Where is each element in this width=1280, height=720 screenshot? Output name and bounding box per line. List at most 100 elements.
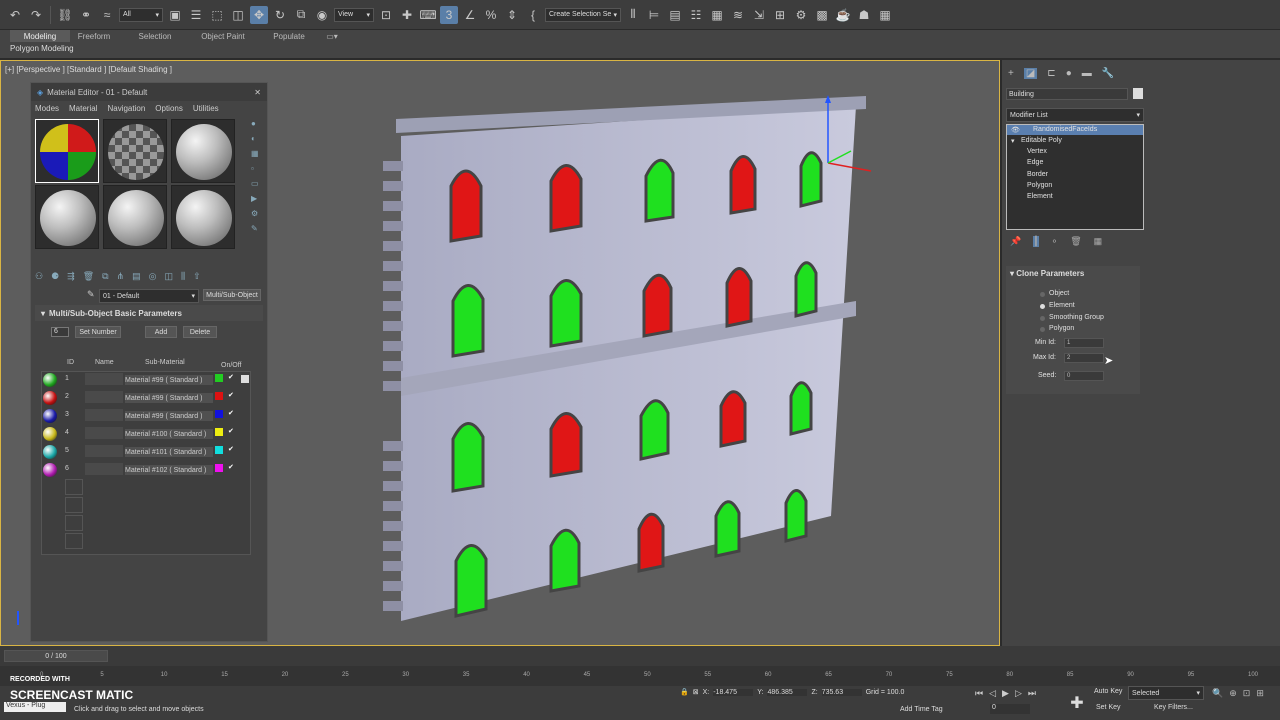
track-bar[interactable] xyxy=(0,666,1280,686)
row-enabled-checkbox[interactable]: ✔ xyxy=(228,427,234,435)
row-name-field[interactable] xyxy=(85,373,123,385)
key-filters-button[interactable]: Key Filters... xyxy=(1154,704,1193,711)
background-icon[interactable]: ▦ xyxy=(251,149,265,158)
zoom-extents-all-icon[interactable]: ⊞ xyxy=(1256,688,1264,699)
stack-item-vertex[interactable]: Vertex xyxy=(1027,148,1047,155)
menu-options[interactable]: Options xyxy=(155,104,183,113)
selection-set-dropdown[interactable]: Selected ▾ xyxy=(1128,686,1204,700)
modifier-list-dropdown[interactable]: Modifier List ▾ xyxy=(1006,108,1144,122)
percent-snap-icon[interactable]: % xyxy=(482,6,500,24)
material-id-channel-icon[interactable]: ◎ xyxy=(149,271,157,285)
create-tab-icon[interactable]: + xyxy=(1008,68,1014,79)
stack-item-edge[interactable]: Edge xyxy=(1027,159,1043,166)
current-frame-field[interactable]: 0 xyxy=(990,704,1030,714)
min-id-spinner[interactable]: 1 xyxy=(1064,338,1104,348)
row-name-field[interactable] xyxy=(85,445,123,457)
render-setup-icon[interactable]: ⚙ xyxy=(792,6,810,24)
hierarchy-tab-icon[interactable]: ⊏ xyxy=(1047,68,1055,79)
rollout-title[interactable]: ▾ Clone Parameters xyxy=(1010,269,1084,278)
object-name-field[interactable]: Building xyxy=(1006,88,1128,100)
material-slot-2[interactable] xyxy=(103,119,167,183)
row-sub-material-button[interactable]: Material #101 ( Standard ) xyxy=(125,447,213,457)
set-number-button[interactable]: Set Number xyxy=(75,326,121,338)
material-editor-icon[interactable]: ⊞ xyxy=(771,6,789,24)
header-id[interactable]: ID xyxy=(67,359,74,366)
reset-map-icon[interactable]: 🗑 xyxy=(83,271,94,285)
zoom-icon[interactable]: 🔍 xyxy=(1212,688,1223,699)
a360-render-icon[interactable]: ▦ xyxy=(876,6,894,24)
render-iterative-icon[interactable]: ☗ xyxy=(855,6,873,24)
assign-to-selection-icon[interactable]: ⇶ xyxy=(67,271,75,285)
select-and-rotate-icon[interactable]: ↻ xyxy=(271,6,289,24)
select-and-scale-icon[interactable]: ⧉ xyxy=(292,6,310,24)
row-enabled-checkbox[interactable]: ✔ xyxy=(228,409,234,417)
previous-frame-icon[interactable]: ◁ xyxy=(989,688,996,699)
tab-object-paint[interactable]: Object Paint xyxy=(195,30,251,42)
zoom-extents-icon[interactable]: ⊡ xyxy=(1243,688,1251,699)
material-slot-4[interactable] xyxy=(35,185,99,249)
manipulate-icon[interactable]: ✚ xyxy=(398,6,416,24)
spinner-snap-icon[interactable]: ⇕ xyxy=(503,6,521,24)
schematic-view-icon[interactable]: ⇲ xyxy=(750,6,768,24)
put-to-scene-icon[interactable]: ⚈ xyxy=(51,271,59,285)
row-name-field[interactable] xyxy=(85,409,123,421)
selection-filter-dropdown[interactable]: All ▾ xyxy=(119,7,163,22)
row-name-field[interactable] xyxy=(85,463,123,475)
row-sub-material-button[interactable]: Material #102 ( Standard ) xyxy=(125,465,213,475)
stack-item-editable-poly[interactable]: Editable Poly xyxy=(1021,137,1062,144)
scrollbar-thumb[interactable] xyxy=(241,375,249,383)
options-icon[interactable]: ⚙ xyxy=(251,209,265,218)
toggle-scene-explorer-icon[interactable]: ▤ xyxy=(666,6,684,24)
snaps-toggle-icon[interactable]: 3 xyxy=(440,5,458,24)
object-color-swatch[interactable] xyxy=(1133,88,1143,99)
modify-tab-icon[interactable]: ◪ xyxy=(1023,68,1038,79)
utilities-tab-icon[interactable]: 🔧 xyxy=(1102,68,1114,79)
rectangular-selection-icon[interactable]: ⬚ xyxy=(208,6,226,24)
expand-icon[interactable]: ▾ xyxy=(1011,137,1015,145)
tab-freeform[interactable]: Freeform xyxy=(70,30,118,42)
row-color-swatch[interactable] xyxy=(215,464,223,472)
sub-material-preview[interactable] xyxy=(43,427,57,441)
material-slot-1[interactable] xyxy=(35,119,99,183)
row-enabled-checkbox[interactable]: ✔ xyxy=(228,463,234,471)
menu-navigation[interactable]: Navigation xyxy=(107,104,145,113)
next-frame-icon[interactable]: ▷ xyxy=(1015,688,1022,699)
radio-smoothing-group[interactable] xyxy=(1040,316,1045,321)
sub-material-preview[interactable] xyxy=(43,373,57,387)
tab-populate[interactable]: Populate xyxy=(264,30,314,42)
select-object-icon[interactable]: ▣ xyxy=(166,6,184,24)
make-copy-icon[interactable]: ⧉ xyxy=(102,271,108,285)
set-key-button[interactable]: Set Key xyxy=(1096,704,1121,711)
auto-key-button[interactable]: Auto Key xyxy=(1094,688,1122,695)
angle-snap-icon[interactable]: ∠ xyxy=(461,6,479,24)
tab-selection[interactable]: Selection xyxy=(130,30,180,42)
select-by-name-icon[interactable]: ☰ xyxy=(187,6,205,24)
viewport-label-menu[interactable]: [+] [Perspective ] [Standard ] [Default … xyxy=(5,65,172,74)
row-sub-material-button[interactable]: Material #99 ( Standard ) xyxy=(125,411,213,421)
reference-coord-dropdown[interactable]: View ▾ xyxy=(334,7,374,22)
stack-item-element[interactable]: Element xyxy=(1027,193,1053,200)
place-icon[interactable]: ◉ xyxy=(313,6,331,24)
remove-modifier-icon[interactable]: 🗑 xyxy=(1070,236,1081,247)
sub-material-preview[interactable] xyxy=(43,445,57,459)
pin-stack-icon[interactable]: 📌 xyxy=(1010,236,1021,247)
link-icon[interactable]: ⛓ xyxy=(56,6,74,24)
go-to-parent-icon[interactable]: ⇧ xyxy=(193,271,201,285)
row-color-swatch[interactable] xyxy=(215,446,223,454)
menu-utilities[interactable]: Utilities xyxy=(193,104,219,113)
select-and-move-icon[interactable]: ✥ xyxy=(250,5,268,24)
play-icon[interactable]: ▶ xyxy=(1002,688,1009,699)
header-sub-material[interactable]: Sub-Material xyxy=(145,359,185,366)
x-field[interactable]: -18.475 xyxy=(713,688,754,696)
row-color-swatch[interactable] xyxy=(215,410,223,418)
display-tab-icon[interactable]: ▬ xyxy=(1082,68,1092,79)
tab-modeling[interactable]: Modeling xyxy=(10,30,70,42)
sub-material-preview[interactable] xyxy=(43,409,57,423)
header-on-off[interactable]: On/Off xyxy=(221,362,242,369)
row-sub-material-button[interactable]: Material #100 ( Standard ) xyxy=(125,429,213,439)
menu-material[interactable]: Material xyxy=(69,104,97,113)
max-id-spinner[interactable]: 2 xyxy=(1064,353,1104,363)
bind-space-warp-icon[interactable]: ≈ xyxy=(98,6,116,24)
add-time-tag[interactable]: Add Time Tag xyxy=(900,706,943,713)
row-color-swatch[interactable] xyxy=(215,428,223,436)
